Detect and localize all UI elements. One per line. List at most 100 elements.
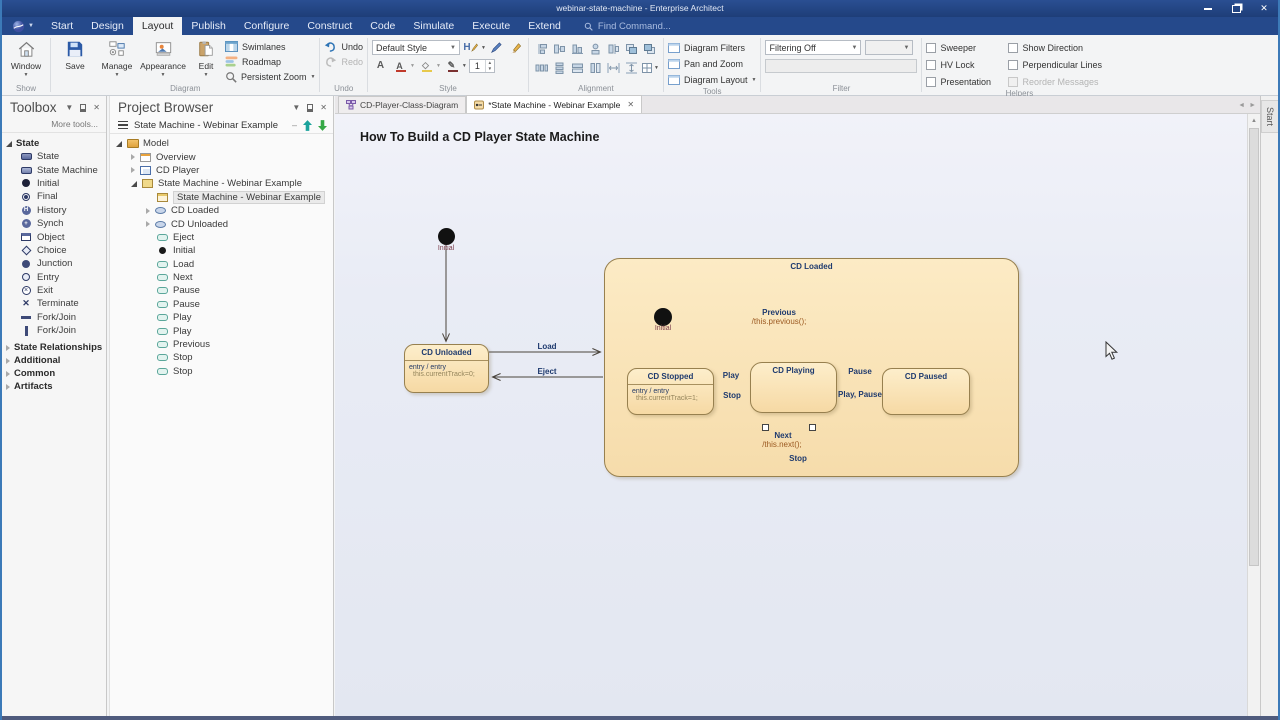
tab-start[interactable]: Start [42, 17, 82, 35]
tab-state-machine-webinar-example[interactable]: *State Machine - Webinar Example ✕ [466, 95, 643, 113]
toolbox-section-additional[interactable]: Additional [6, 354, 106, 367]
toolbox-close-icon[interactable]: ✕ [93, 103, 100, 112]
transition-label-stop-long[interactable]: Stop [789, 454, 807, 463]
transition-label-play[interactable]: Play [723, 371, 739, 380]
tab-design[interactable]: Design [82, 17, 133, 35]
presentation-checkbox[interactable]: Presentation [926, 75, 1004, 88]
appearance-button[interactable]: Appearance ▼ [139, 37, 187, 78]
align-top-button[interactable] [533, 41, 551, 57]
style-history-button[interactable]: H [462, 40, 479, 55]
toolbox-item-fork-join-h[interactable]: Fork/Join [6, 311, 106, 324]
toolbox-item-state-machine[interactable]: State Machine [6, 163, 106, 176]
same-height-button[interactable] [587, 60, 605, 76]
initial-node-inner[interactable] [654, 308, 672, 326]
toolbox-item-entry[interactable]: Entry [6, 271, 106, 284]
tab-scroll-left-icon[interactable]: ◄ [1238, 102, 1245, 109]
transition-label-load[interactable]: Load [537, 342, 556, 351]
tree-row-cd-player[interactable]: CD Player [116, 164, 333, 177]
filter-secondary-combobox[interactable]: ▼ [865, 40, 914, 55]
undo-button[interactable]: Undo [324, 40, 363, 53]
toolbox-section-artifacts[interactable]: Artifacts [6, 380, 106, 393]
tab-close-icon[interactable]: ✕ [627, 100, 634, 109]
scrollbar-thumb[interactable] [1249, 128, 1259, 566]
docked-tab-start[interactable]: Start [1261, 100, 1278, 134]
grid-options-button[interactable]: ▼ [641, 60, 659, 76]
sweeper-checkbox[interactable]: Sweeper [926, 41, 1004, 54]
transition-label-eject[interactable]: Eject [537, 367, 556, 376]
space-evenly-v-button[interactable] [551, 60, 569, 76]
tree-row-initial[interactable]: Initial [116, 244, 333, 257]
fill-color-button[interactable]: ◇ [417, 58, 434, 73]
scroll-up-icon[interactable]: ▲ [1248, 114, 1260, 127]
initial-node-outer[interactable] [438, 228, 455, 245]
tree-row-state-machine-diagram[interactable]: State Machine - Webinar Example [116, 190, 333, 204]
toolbox-item-junction[interactable]: Junction [6, 257, 106, 270]
toolbox-menu-caret-icon[interactable]: ▼ [65, 103, 73, 112]
default-style-combobox[interactable]: Default Style ▼ [372, 40, 460, 55]
brush-style-button[interactable] [507, 40, 524, 55]
transition-label-previous[interactable]: Previous [762, 308, 796, 317]
transition-effect-previous[interactable]: /this.previous(); [752, 317, 807, 326]
selection-handle[interactable] [809, 424, 816, 431]
window-button[interactable]: Window ▼ [6, 37, 46, 78]
state-cd-stopped[interactable]: CD Stopped entry / entry this.currentTra… [627, 368, 714, 415]
restore-button[interactable] [1230, 3, 1242, 14]
project-browser-close-icon[interactable]: ✕ [320, 103, 327, 112]
more-tools-link[interactable]: More tools... [2, 117, 106, 133]
align-left-button[interactable] [587, 41, 605, 57]
navigate-down-icon[interactable] [318, 119, 327, 131]
project-browser-menu-caret-icon[interactable]: ▼ [292, 103, 300, 112]
app-menu-button[interactable]: ▼ [2, 17, 42, 35]
show-direction-checkbox[interactable]: Show Direction [1008, 41, 1112, 54]
redo-button[interactable]: Redo [324, 55, 363, 68]
tree-row-load[interactable]: Load [116, 258, 333, 271]
browser-menu-icon[interactable] [118, 120, 128, 130]
tree-row-cd-loaded[interactable]: CD Loaded [116, 204, 333, 217]
filter-text-input[interactable] [765, 59, 918, 73]
toolbox-item-object[interactable]: Object [6, 230, 106, 243]
toolbox-item-fork-join-v[interactable]: Fork/Join [6, 324, 106, 337]
tree-row-play-1[interactable]: Play [116, 311, 333, 324]
toolbox-item-terminate[interactable]: ✕ Terminate [6, 297, 106, 310]
spinner-down-icon[interactable]: ▼ [486, 66, 494, 72]
transition-label-pause[interactable]: Pause [848, 367, 872, 376]
space-evenly-h-button[interactable] [533, 60, 551, 76]
font-button[interactable]: A [372, 58, 389, 73]
tree-row-stop-2[interactable]: Stop [116, 365, 333, 378]
tab-configure[interactable]: Configure [235, 17, 299, 35]
transition-label-play-pause[interactable]: Play, Pause [838, 390, 882, 399]
tree-row-state-machine-package[interactable]: State Machine - Webinar Example [116, 177, 333, 190]
tree-row-next[interactable]: Next [116, 271, 333, 284]
toolbox-section-state-relationships[interactable]: State Relationships [6, 341, 106, 354]
align-bottom-button[interactable] [569, 41, 587, 57]
tree-row-play-2[interactable]: Play [116, 324, 333, 337]
tab-scroll-right-icon[interactable]: ► [1249, 102, 1256, 109]
toolbox-item-choice[interactable]: Choice [6, 244, 106, 257]
fit-width-button[interactable] [605, 60, 623, 76]
vertical-scrollbar[interactable]: ▲ [1247, 114, 1260, 716]
toolbox-item-initial[interactable]: Initial [6, 177, 106, 190]
toolbox-pin-icon[interactable] [80, 103, 87, 112]
hv-lock-checkbox[interactable]: HV Lock [926, 58, 1004, 71]
transition-label-next[interactable]: Next [774, 431, 791, 440]
send-backward-button[interactable] [641, 41, 659, 57]
roadmap-button[interactable]: Roadmap [225, 55, 315, 68]
tree-row-previous[interactable]: Previous [116, 338, 333, 351]
state-cd-unloaded[interactable]: CD Unloaded entry / entry this.currentTr… [404, 344, 489, 393]
toolbox-item-history[interactable]: H History [6, 204, 106, 217]
state-cd-paused[interactable]: CD Paused [882, 368, 970, 415]
toolbox-item-state[interactable]: State [6, 150, 106, 163]
filtering-combobox[interactable]: Filtering Off ▼ [765, 40, 862, 55]
toolbox-item-exit[interactable]: × Exit [6, 284, 106, 297]
edit-button[interactable]: Edit ▼ [189, 37, 223, 78]
minimize-button[interactable] [1202, 3, 1214, 14]
persistent-zoom-button[interactable]: Persistent Zoom ▼ [225, 70, 315, 83]
selection-handle[interactable] [762, 424, 769, 431]
navigate-up-icon[interactable] [303, 119, 312, 131]
same-width-button[interactable] [569, 60, 587, 76]
reorder-messages-checkbox[interactable]: Reorder Messages [1008, 75, 1112, 88]
tab-simulate[interactable]: Simulate [404, 17, 463, 35]
tab-extend[interactable]: Extend [519, 17, 570, 35]
bring-forward-button[interactable] [623, 41, 641, 57]
perpendicular-lines-checkbox[interactable]: Perpendicular Lines [1008, 58, 1112, 71]
